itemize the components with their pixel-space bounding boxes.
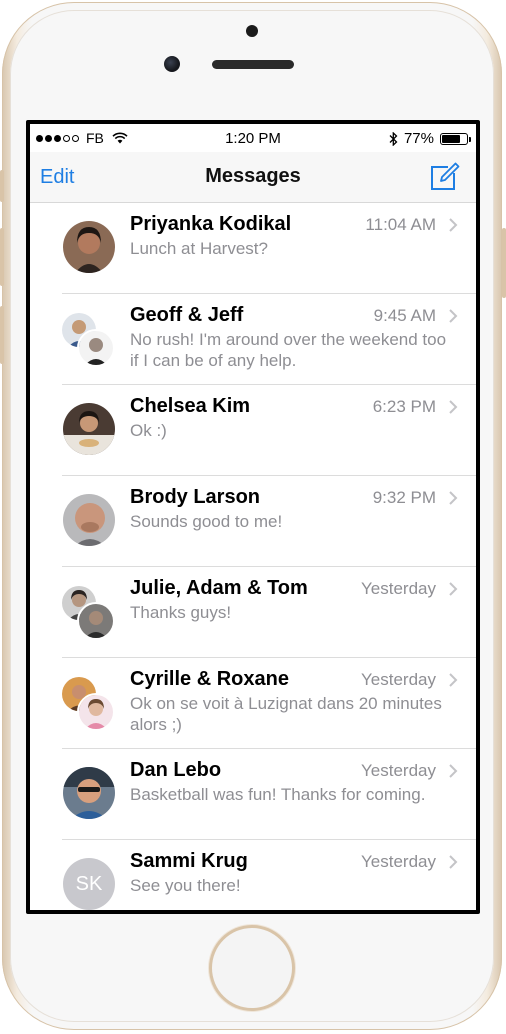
chevron-right-icon bbox=[449, 491, 458, 505]
home-button[interactable] bbox=[212, 928, 292, 1008]
contact-name: Brody Larson bbox=[130, 486, 261, 508]
earpiece-speaker bbox=[212, 60, 294, 69]
group-avatar bbox=[60, 584, 118, 642]
conversation-row[interactable]: Julie, Adam & Tom Yesterday Thanks guys! bbox=[30, 567, 476, 658]
message-preview: No rush! I'm around over the weekend too… bbox=[130, 330, 447, 370]
group-avatar bbox=[60, 675, 118, 733]
message-time: Yesterday bbox=[361, 852, 436, 871]
message-preview: Sounds good to me! bbox=[130, 512, 283, 531]
front-camera bbox=[164, 56, 180, 72]
volume-down-button bbox=[0, 306, 4, 364]
avatar bbox=[63, 221, 115, 273]
battery-icon bbox=[440, 132, 471, 145]
contact-name: Geoff & Jeff bbox=[130, 304, 244, 326]
screen: FB 1:20 PM 77% Edit Messages Priyanka Ko… bbox=[26, 120, 480, 914]
avatar bbox=[63, 767, 115, 819]
avatar bbox=[77, 329, 115, 367]
status-bar: FB 1:20 PM 77% bbox=[30, 124, 476, 152]
contact-name: Dan Lebo bbox=[130, 759, 222, 781]
message-time: Yesterday bbox=[361, 670, 436, 689]
avatar bbox=[63, 403, 115, 455]
chevron-right-icon bbox=[449, 309, 458, 323]
message-preview: Ok :) bbox=[130, 421, 167, 440]
contact-name: Cyrille & Roxane bbox=[130, 668, 289, 690]
conversation-row[interactable]: Cyrille & Roxane Yesterday Ok on se voit… bbox=[30, 658, 476, 749]
navigation-bar: Edit Messages bbox=[30, 152, 476, 203]
mute-switch bbox=[0, 170, 4, 202]
message-time: 9:32 PM bbox=[372, 488, 436, 507]
message-time: Yesterday bbox=[361, 761, 436, 780]
chevron-right-icon bbox=[449, 400, 458, 414]
conversation-row[interactable]: Dan Lebo Yesterday Basketball was fun! T… bbox=[30, 749, 476, 840]
chevron-right-icon bbox=[449, 764, 458, 778]
initials-avatar: SK bbox=[63, 858, 115, 910]
page-title: Messages bbox=[205, 165, 301, 187]
battery-percent: 77% bbox=[403, 130, 434, 147]
display: FB 1:20 PM 77% Edit Messages Priyanka Ko… bbox=[30, 124, 476, 910]
chevron-right-icon bbox=[449, 673, 458, 687]
message-preview: See you there! bbox=[130, 876, 241, 895]
contact-name: Julie, Adam & Tom bbox=[130, 577, 308, 599]
proximity-sensor bbox=[246, 25, 258, 37]
battery-level bbox=[442, 134, 461, 143]
status-right: 77% bbox=[389, 130, 471, 147]
message-time: Yesterday bbox=[361, 579, 436, 598]
message-time: 6:23 PM bbox=[372, 397, 436, 416]
conversation-row[interactable]: Brody Larson 9:32 PM Sounds good to me! bbox=[30, 476, 476, 567]
chevron-right-icon bbox=[449, 218, 458, 232]
chevron-right-icon bbox=[449, 582, 458, 596]
avatar bbox=[77, 693, 115, 731]
message-preview: Ok on se voit à Luzignat dans 20 minutes… bbox=[130, 694, 442, 734]
conversation-row[interactable]: SK Sammi Krug Yesterday See you there! bbox=[30, 840, 476, 910]
message-preview: Lunch at Harvest? bbox=[130, 239, 268, 258]
avatar bbox=[63, 494, 115, 546]
message-preview: Thanks guys! bbox=[130, 603, 232, 622]
message-time: 9:45 AM bbox=[373, 306, 436, 325]
message-time: 11:04 AM bbox=[365, 215, 436, 234]
contact-name: Chelsea Kim bbox=[130, 395, 251, 417]
conversation-row[interactable]: Priyanka Kodikal 11:04 AM Lunch at Harve… bbox=[30, 203, 476, 294]
group-avatar bbox=[60, 311, 118, 369]
contact-name: Sammi Krug bbox=[130, 850, 248, 872]
avatar bbox=[77, 602, 115, 640]
contact-name: Priyanka Kodikal bbox=[130, 213, 292, 235]
conversation-row[interactable]: Chelsea Kim 6:23 PM Ok :) bbox=[30, 385, 476, 476]
conversation-row[interactable]: Geoff & Jeff 9:45 AM No rush! I'm around… bbox=[30, 294, 476, 385]
compose-icon[interactable] bbox=[428, 162, 460, 192]
bluetooth-icon bbox=[389, 131, 398, 146]
conversation-list: Priyanka Kodikal 11:04 AM Lunch at Harve… bbox=[30, 203, 476, 910]
message-preview: Basketball was fun! Thanks for coming. bbox=[130, 785, 426, 804]
chevron-right-icon bbox=[449, 855, 458, 869]
power-button bbox=[502, 228, 506, 298]
volume-up-button bbox=[0, 228, 4, 286]
